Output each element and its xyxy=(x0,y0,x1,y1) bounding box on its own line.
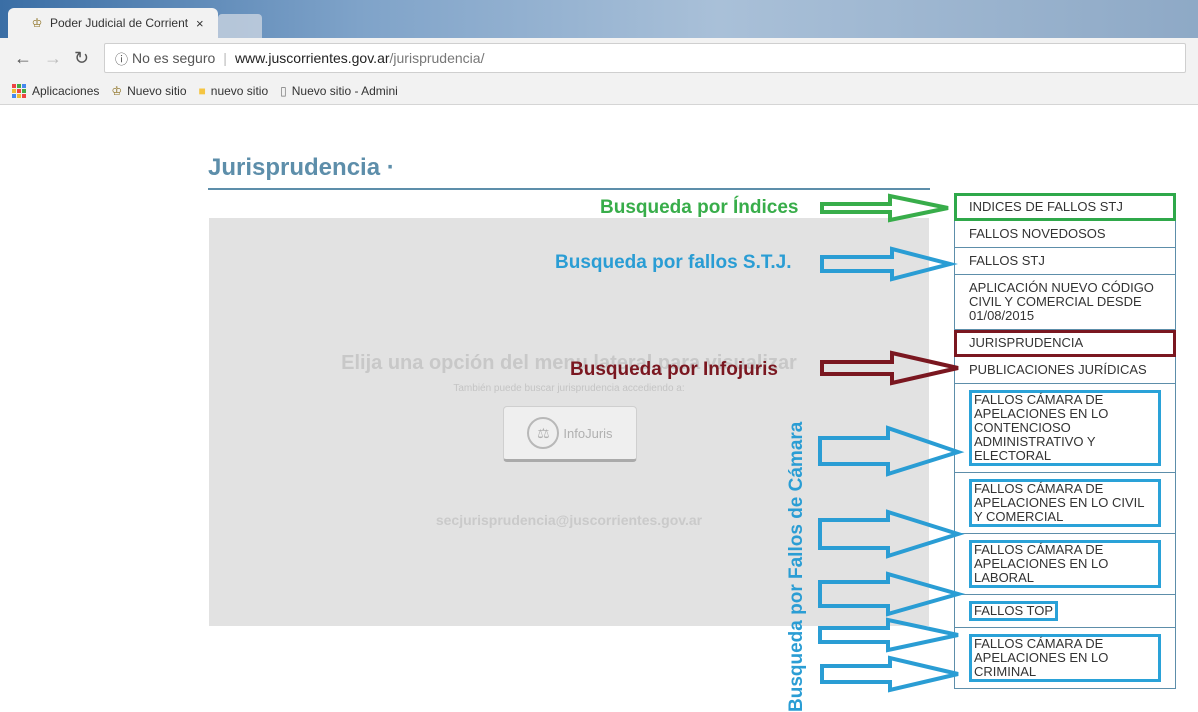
forward-icon[interactable]: → xyxy=(44,48,62,69)
folder-icon: ■ xyxy=(198,84,206,98)
url-path: /jurisprudencia/ xyxy=(389,50,485,66)
infojuris-button[interactable]: ⚖ InfoJuris xyxy=(503,406,637,462)
apps-grid-icon xyxy=(12,84,26,98)
browser-tab-strip: ♔ Poder Judicial de Corrient × xyxy=(0,0,1198,38)
bookmark-label: nuevo sitio xyxy=(210,84,269,98)
content-message: Elija una opción del menu lateral para v… xyxy=(341,352,797,374)
infojuris-label: InfoJuris xyxy=(563,425,613,441)
menu-item-camara-laboral[interactable]: FALLOS CÁMARA DE APELACIONES EN LO LABOR… xyxy=(954,534,1176,595)
annotation-indices: Busqueda por Índices xyxy=(600,197,799,218)
new-tab-button[interactable] xyxy=(218,14,262,38)
menu-item-publicaciones[interactable]: PUBLICACIONES JURÍDICAS xyxy=(954,357,1176,384)
annotation-infojuris: Busqueda por Infojuris xyxy=(570,359,778,380)
bookmark-folder-nuevo-sitio[interactable]: ■ nuevo sitio xyxy=(199,84,269,98)
arrow-camara-criminal xyxy=(820,655,959,693)
annotation-fallos-stj: Busqueda por fallos S.T.J. xyxy=(555,252,792,273)
arrow-indices xyxy=(820,193,949,223)
bookmark-label: Nuevo sitio - Admini xyxy=(291,84,398,98)
menu-item-indices[interactable]: INDICES DE FALLOS STJ xyxy=(954,193,1176,221)
content-submessage: También puede buscar jurisprudencia acce… xyxy=(453,383,685,394)
bookmarks-bar: Aplicaciones ♔ Nuevo sitio ■ nuevo sitio… xyxy=(0,78,1198,105)
page-icon: ▯ xyxy=(280,84,287,98)
url-input[interactable]: ⓘ No es seguro | www.juscorrientes.gov.a… xyxy=(104,43,1186,73)
divider: | xyxy=(223,50,227,66)
site-favicon-icon: ♔ xyxy=(111,84,123,98)
url-host: www.juscorrientes.gov.ar xyxy=(234,50,390,66)
reload-icon[interactable]: ↻ xyxy=(74,48,89,69)
bookmark-nuevo-sitio-admin[interactable]: ▯ Nuevo sitio - Admini xyxy=(280,84,398,98)
bookmark-label: Nuevo sitio xyxy=(127,84,187,98)
tab-title: Poder Judicial de Corrient xyxy=(50,16,189,30)
security-label: No es seguro xyxy=(132,50,216,66)
content-panel: Elija una opción del menu lateral para v… xyxy=(209,218,929,626)
bookmark-nuevo-sitio[interactable]: ♔ Nuevo sitio xyxy=(111,84,186,98)
back-icon[interactable]: ← xyxy=(14,48,32,69)
close-tab-icon[interactable]: × xyxy=(196,16,204,31)
site-favicon-icon: ♔ xyxy=(31,16,43,30)
menu-item-fallos-top[interactable]: FALLOS TOP xyxy=(954,595,1176,628)
menu-item-fallos-stj[interactable]: FALLOS STJ xyxy=(954,248,1176,275)
menu-item-aplicacion-codigo[interactable]: APLICACIÓN NUEVO CÓDIGO CIVIL Y COMERCIA… xyxy=(954,275,1176,330)
info-icon[interactable]: ⓘ xyxy=(115,49,128,68)
title-divider xyxy=(208,188,930,190)
menu-item-jurisprudencia[interactable]: JURISPRUDENCIA xyxy=(954,330,1176,357)
page-title: Jurisprudencia · xyxy=(208,154,395,181)
menu-item-camara-contencioso[interactable]: FALLOS CÁMARA DE APELACIONES EN LO CONTE… xyxy=(954,384,1176,473)
menu-item-camara-civil[interactable]: FALLOS CÁMARA DE APELACIONES EN LO CIVIL… xyxy=(954,473,1176,534)
contact-email[interactable]: secjurisprudencia@juscorrientes.gov.ar xyxy=(209,512,929,528)
bookmark-apps[interactable]: Aplicaciones xyxy=(12,84,99,98)
menu-item-fallos-novedosos[interactable]: FALLOS NOVEDOSOS xyxy=(954,221,1176,248)
menu-item-camara-criminal[interactable]: FALLOS CÁMARA DE APELACIONES EN LO CRIMI… xyxy=(954,628,1176,689)
side-menu: INDICES DE FALLOS STJ FALLOS NOVEDOSOS F… xyxy=(954,193,1176,689)
browser-tab[interactable]: ♔ Poder Judicial de Corrient × xyxy=(8,8,218,38)
bookmark-label: Aplicaciones xyxy=(32,84,100,98)
annotation-camara: Busqueda por Fallos de Cámara xyxy=(786,421,807,712)
gavel-icon: ⚖ xyxy=(527,417,560,449)
address-bar-row: ← → ↻ ⓘ No es seguro | www.juscorrientes… xyxy=(0,38,1198,79)
